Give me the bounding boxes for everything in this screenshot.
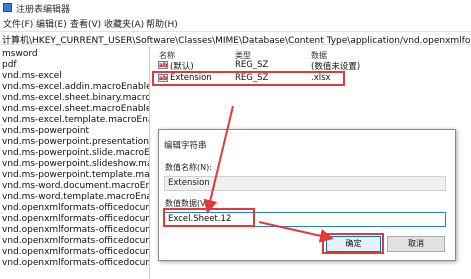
address-bar[interactable]: 计算机\HKEY_CURRENT_USER\Software\Classes\M… (0, 31, 471, 46)
value-name-field: Extension (164, 176, 446, 191)
key-tree[interactable]: msword pdf vnd.ms-excel vnd.ms-excel.add… (0, 46, 150, 279)
tree-item[interactable]: vnd.ms-powerpoint.template.macroE (2, 170, 149, 180)
tree-item[interactable]: vnd.ms-word.template.macroEnable (2, 192, 149, 202)
value-name-label: 数值名称(N): (165, 163, 212, 172)
tree-item[interactable]: vnd.ms-word.document.macroEnable (2, 181, 149, 191)
tree-item[interactable]: vnd.openxmlformats-officedocument (2, 258, 149, 268)
window-title: 注册表编辑器 (16, 5, 71, 15)
tree-item[interactable]: vnd.ms-powerpoint.slide.macroEnab (2, 148, 149, 158)
tree-item[interactable]: vnd.ms-excel.sheet.binary.macroEnab (2, 93, 149, 103)
cancel-button[interactable]: 取消 (387, 236, 445, 252)
menu-file[interactable]: 文件(F) (3, 17, 33, 30)
registry-editor-icon (3, 3, 12, 12)
tree-item[interactable]: vnd.openxmlformats-officedocument (2, 203, 149, 213)
menu-favorites[interactable]: 收藏夹(A) (104, 17, 144, 30)
menu-bar: 文件(F) 编辑(E) 查看(V) 收藏夹(A) 帮助(H) (0, 16, 471, 30)
tree-item[interactable]: vnd.openxmlformats-officedocument (2, 236, 149, 246)
address-path: 计算机\HKEY_CURRENT_USER\Software\Classes\M… (2, 36, 471, 46)
menu-view[interactable]: 查看(V) (70, 17, 101, 30)
tree-item[interactable]: vnd.ms-excel.addin.macroEnabled.12 (2, 82, 149, 92)
tree-item[interactable]: pdf (2, 60, 17, 70)
tree-item[interactable]: vnd.openxmlformats-officedocument (2, 225, 149, 235)
registry-editor-window: 注册表编辑器 文件(F) 编辑(E) 查看(V) 收藏夹(A) 帮助(H) 计算… (0, 0, 471, 279)
tree-item[interactable]: vnd.ms-powerpoint.presentation.mac (2, 137, 149, 147)
dialog-title: 编辑字符串 (164, 141, 207, 151)
tree-item[interactable]: vnd.ms-excel.template.macroEnabled (2, 115, 149, 125)
value-data-highlight (163, 208, 255, 227)
title-bar: 注册表编辑器 (0, 0, 471, 16)
ok-button-highlight (322, 233, 384, 254)
tree-item[interactable]: vnd.ms-powerpoint (2, 126, 89, 136)
tree-item[interactable]: vnd.ms-excel (2, 71, 62, 81)
menu-edit[interactable]: 编辑(E) (36, 17, 67, 30)
extension-row-highlight (152, 71, 345, 86)
string-value-icon: ab (158, 61, 168, 69)
value-type: REG_SZ (235, 60, 269, 70)
tree-item[interactable]: msword (2, 49, 38, 59)
menu-help[interactable]: 帮助(H) (146, 17, 178, 30)
tree-item[interactable]: vnd.ms-powerpoint.slideshow.macroE (2, 159, 149, 169)
tree-item[interactable]: vnd.ms-excel.sheet.macroEnabled.12 (2, 104, 149, 114)
tree-item[interactable]: vnd.openxmlformats-officedocument (2, 247, 149, 257)
tree-item[interactable]: vnd.openxmlformats-officedocument (2, 214, 149, 224)
